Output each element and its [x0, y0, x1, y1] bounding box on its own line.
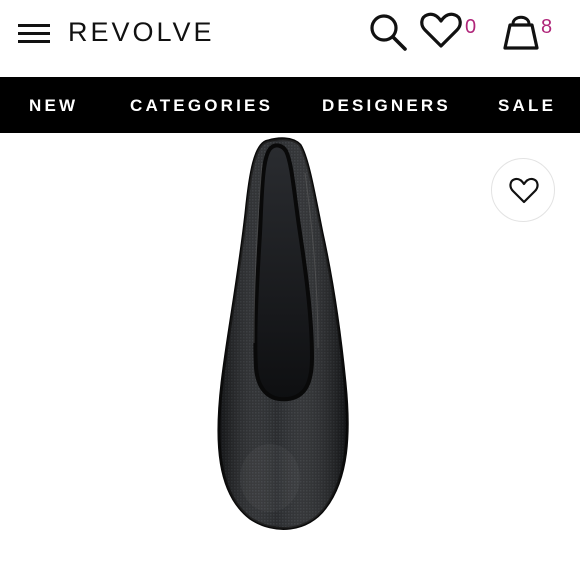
- shopping-bag-icon[interactable]: [500, 10, 542, 52]
- wishlist-count: 0: [465, 16, 477, 38]
- add-to-favorites-button[interactable]: [491, 158, 555, 222]
- wishlist-heart-icon[interactable]: [420, 12, 462, 50]
- heart-icon: [509, 177, 539, 204]
- main-nav: NEW CATEGORIES DESIGNERS SALE: [0, 77, 580, 133]
- nav-item-designers[interactable]: DESIGNERS: [322, 77, 451, 133]
- nav-item-sale[interactable]: SALE: [498, 77, 556, 133]
- site-header: REVOLVE 0 8: [0, 0, 580, 77]
- hamburger-menu-icon[interactable]: [18, 20, 52, 44]
- bag-count: 8: [541, 16, 553, 38]
- search-icon[interactable]: [368, 12, 408, 52]
- nav-item-new[interactable]: NEW: [29, 77, 78, 133]
- site-logo[interactable]: REVOLVE: [68, 14, 215, 50]
- nav-item-categories[interactable]: CATEGORIES: [130, 77, 273, 133]
- product-page: REVOLVE 0 8 NEW CATEGORIES DESIGNERS SAL…: [0, 0, 580, 580]
